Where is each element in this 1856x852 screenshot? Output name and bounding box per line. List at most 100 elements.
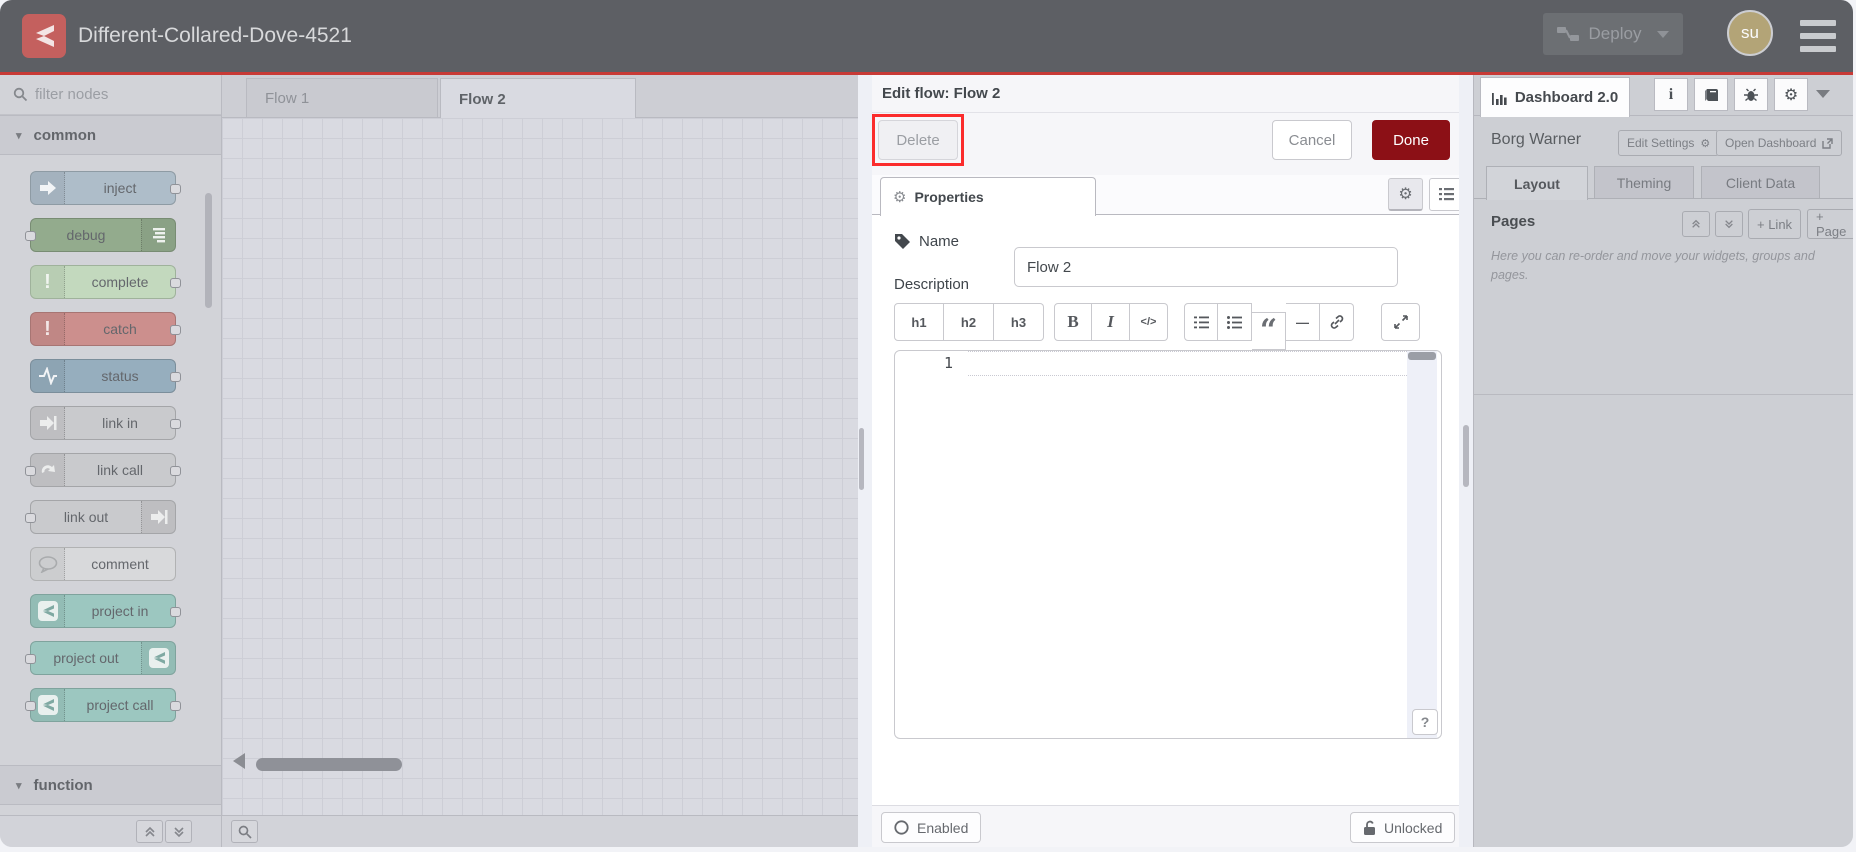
double-chevron-up-icon xyxy=(1692,219,1700,228)
flow-enabled-toggle[interactable]: Enabled xyxy=(881,812,982,843)
add-link-button[interactable]: + Link xyxy=(1748,209,1802,239)
blockquote-button[interactable]: “ xyxy=(1252,312,1286,350)
flow-locked-toggle[interactable]: Unlocked xyxy=(1350,812,1456,843)
palette-node-debug[interactable]: debug xyxy=(25,218,176,252)
open-dashboard-button[interactable]: Open Dashboard xyxy=(1716,130,1843,156)
palette-category-function[interactable]: ▾ function xyxy=(0,765,221,805)
project-call-icon xyxy=(31,689,65,721)
edit-settings-button[interactable]: Edit Settings ⚙ xyxy=(1618,130,1720,156)
tab-theming[interactable]: Theming xyxy=(1594,166,1694,199)
editor-scroll-track[interactable] xyxy=(1407,351,1437,738)
horizontal-rule-button[interactable]: — xyxy=(1286,303,1320,341)
cancel-button[interactable]: Cancel xyxy=(1272,120,1352,160)
right-sidebar: Dashboard 2.0 i ⚙ Borg Warner Edit Setti… xyxy=(1473,75,1853,847)
canvas-scroll-left-icon[interactable] xyxy=(233,753,245,769)
palette-filter[interactable]: filter nodes xyxy=(0,75,221,115)
workspace-grid[interactable] xyxy=(222,118,867,815)
sidebar-config-button[interactable]: ⚙ xyxy=(1774,78,1808,111)
edit-properties-button[interactable]: ⚙ xyxy=(1388,178,1423,211)
palette-node-project-in[interactable]: project in xyxy=(30,594,181,628)
tab-client-data[interactable]: Client Data xyxy=(1701,166,1820,199)
flow-name-input[interactable] xyxy=(1014,247,1398,287)
palette-node-project-call[interactable]: project call xyxy=(25,688,181,722)
canvas-zoom-button[interactable] xyxy=(231,820,258,843)
palette-node-inject[interactable]: inject xyxy=(30,171,181,205)
delete-button[interactable]: Delete xyxy=(878,120,958,160)
tray-resize-handle[interactable] xyxy=(858,75,872,847)
tab-properties[interactable]: ⚙ Properties xyxy=(880,177,1096,216)
node-input-port[interactable] xyxy=(25,701,36,711)
node-input-port[interactable] xyxy=(25,513,36,523)
palette-node-link-out[interactable]: link out xyxy=(25,500,176,534)
main-menu-button[interactable] xyxy=(1800,20,1836,52)
link-in-icon xyxy=(31,407,65,439)
ordered-list-button[interactable] xyxy=(1184,303,1218,341)
sidebar-help-button[interactable] xyxy=(1694,78,1728,111)
debug-icon xyxy=(141,219,175,251)
italic-button[interactable]: I xyxy=(1092,303,1130,341)
palette-node-status[interactable]: status xyxy=(30,359,181,393)
palette-node-catch[interactable]: ! catch xyxy=(30,312,181,346)
deploy-icon xyxy=(1556,27,1579,41)
heading3-button[interactable]: h3 xyxy=(994,303,1044,341)
node-output-port[interactable] xyxy=(170,466,181,476)
sidebar-debug-button[interactable] xyxy=(1734,78,1768,111)
palette-collapse-all-button[interactable] xyxy=(136,820,163,843)
node-input-port[interactable] xyxy=(25,231,36,241)
dashboard-project-row: Borg Warner Edit Settings ⚙ Open Dashboa… xyxy=(1474,116,1853,166)
unordered-list-button[interactable] xyxy=(1218,303,1252,341)
tab-layout[interactable]: Layout xyxy=(1486,166,1588,200)
heading1-button[interactable]: h1 xyxy=(894,303,944,341)
node-output-port[interactable] xyxy=(170,184,181,194)
editor-scroll-thumb[interactable] xyxy=(1408,352,1436,360)
tab-flow-1[interactable]: Flow 1 xyxy=(246,78,438,118)
code-button[interactable]: </> xyxy=(1130,303,1168,341)
node-output-port[interactable] xyxy=(170,372,181,382)
divider xyxy=(1474,394,1853,395)
sidebar-info-button[interactable]: i xyxy=(1654,78,1688,111)
move-up-button[interactable] xyxy=(1682,211,1710,237)
tab-dashboard-2[interactable]: Dashboard 2.0 xyxy=(1480,77,1630,117)
deploy-caret-icon[interactable] xyxy=(1657,30,1670,38)
user-avatar[interactable]: su xyxy=(1727,10,1773,56)
editor-active-line[interactable] xyxy=(968,351,1407,376)
link-call-icon xyxy=(31,454,65,486)
node-output-port[interactable] xyxy=(170,278,181,288)
palette-scrollbar[interactable] xyxy=(205,193,212,308)
sidebar-resize-handle[interactable] xyxy=(1459,75,1473,847)
link-button[interactable] xyxy=(1320,303,1354,341)
palette-node-comment[interactable]: comment xyxy=(30,547,176,581)
deploy-button[interactable]: Deploy xyxy=(1543,13,1683,55)
node-input-port[interactable] xyxy=(25,654,36,664)
bug-icon xyxy=(1744,88,1758,102)
project-name: Borg Warner xyxy=(1491,131,1582,148)
tab-flow-2[interactable]: Flow 2 xyxy=(440,78,636,119)
node-output-port[interactable] xyxy=(170,325,181,335)
gear-icon: ⚙ xyxy=(893,189,907,206)
palette-node-link-call[interactable]: link call xyxy=(25,453,181,487)
bold-button[interactable]: B xyxy=(1054,303,1092,341)
sidebar-tabs-dropdown[interactable] xyxy=(1816,90,1830,98)
add-page-button[interactable]: + Page xyxy=(1807,209,1853,239)
gear-icon: ⚙ xyxy=(1783,86,1799,104)
palette-node-project-out[interactable]: project out xyxy=(25,641,176,675)
tray-title: Edit flow: Flow 2 xyxy=(872,75,1466,113)
palette-category-common[interactable]: ▾ common xyxy=(0,115,221,155)
description-editor[interactable]: 1 ? xyxy=(894,350,1442,739)
node-output-port[interactable] xyxy=(170,419,181,429)
palette-node-complete[interactable]: ! complete xyxy=(30,265,181,299)
canvas-horizontal-scrollbar[interactable] xyxy=(256,758,402,771)
gear-icon: ⚙ xyxy=(1398,186,1413,203)
palette-node-link-in[interactable]: link in xyxy=(30,406,181,440)
node-output-port[interactable] xyxy=(170,607,181,617)
editor-help-button[interactable]: ? xyxy=(1412,709,1438,735)
palette-expand-all-button[interactable] xyxy=(165,820,192,843)
deploy-label: Deploy xyxy=(1588,24,1642,43)
chevron-down-icon: ▾ xyxy=(16,129,22,142)
node-output-port[interactable] xyxy=(170,701,181,711)
expand-editor-button[interactable] xyxy=(1381,303,1420,341)
heading2-button[interactable]: h2 xyxy=(944,303,994,341)
move-down-button[interactable] xyxy=(1715,211,1743,237)
done-button[interactable]: Done xyxy=(1372,120,1450,160)
node-input-port[interactable] xyxy=(25,466,36,476)
